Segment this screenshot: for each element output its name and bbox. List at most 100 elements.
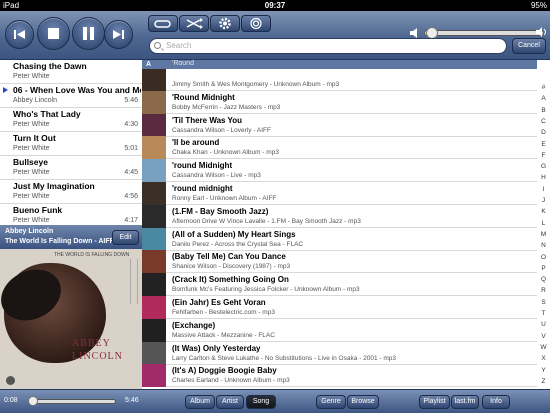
index-letter[interactable]: D xyxy=(537,129,550,136)
alphabet-index[interactable]: # A B C D E F G H I J K L M N O P Q R S T U V W X Y Z xyxy=(537,60,550,389)
song-row[interactable]: (Exchange) Massive Attack - Mezzanine - F… xyxy=(142,318,537,342)
volume-slider[interactable] xyxy=(424,27,544,39)
airplay-button[interactable] xyxy=(241,15,271,32)
index-letter[interactable]: X xyxy=(537,355,550,362)
index-letter[interactable]: J xyxy=(537,197,550,204)
song-row[interactable]: (It's A) Doggie Boogie Baby Charles Earla… xyxy=(142,364,537,388)
shuffle-button[interactable] xyxy=(179,15,209,32)
index-letter[interactable]: A xyxy=(537,95,550,102)
index-letter[interactable]: R xyxy=(537,287,550,294)
index-letter[interactable]: Y xyxy=(537,367,550,374)
index-letter[interactable]: Z xyxy=(537,378,550,385)
index-letter[interactable]: N xyxy=(537,242,550,249)
queue-item-artist: Peter White xyxy=(13,73,50,80)
playlist-button[interactable]: Playlist xyxy=(419,395,450,409)
album-stripe xyxy=(130,259,138,304)
stop-button[interactable] xyxy=(37,17,70,50)
index-letter[interactable]: S xyxy=(537,299,550,306)
progress-slider[interactable] xyxy=(27,396,116,406)
index-letter[interactable]: P xyxy=(537,265,550,272)
next-button[interactable] xyxy=(104,20,133,49)
tab-album[interactable]: Album xyxy=(185,395,215,409)
song-subtitle: Afternoon Drive W Vince Lavalle - 1.FM -… xyxy=(172,217,361,225)
album-thumbnail xyxy=(142,296,166,319)
song-row[interactable]: 'Til There Was You Cassandra Wilson - Lov… xyxy=(142,113,537,137)
cancel-button[interactable]: Cancel xyxy=(512,38,546,54)
settings-button[interactable] xyxy=(210,15,240,32)
pause-icon xyxy=(83,27,94,40)
search-input[interactable]: Search xyxy=(149,38,507,54)
index-letter[interactable]: M xyxy=(537,231,550,238)
queue-item[interactable]: Chasing the Dawn Peter White xyxy=(0,60,142,84)
queue-item-title: Turn It Out xyxy=(13,133,56,143)
song-row[interactable]: 'Il be around Chaka Khan - Unknown Album … xyxy=(142,136,537,160)
index-letter[interactable]: T xyxy=(537,310,550,317)
song-row[interactable]: (Crack It) Something Going On Bomfunk Mc'… xyxy=(142,273,537,297)
song-subtitle: Jimmy Smith & Wes Montgomery - Unknown A… xyxy=(172,81,340,88)
tab-song[interactable]: Song xyxy=(246,395,276,409)
index-letter[interactable]: V xyxy=(537,333,550,340)
album-thumbnail xyxy=(142,364,166,388)
index-letter[interactable]: W xyxy=(537,344,550,351)
tab-artist[interactable]: Artist xyxy=(216,395,244,409)
album-thumbnail xyxy=(142,159,166,183)
album-art[interactable]: THE WORLD IS FALLING DOWN ABBEY LINCOLN xyxy=(0,249,142,389)
progress-knob[interactable] xyxy=(27,396,38,406)
queue-item[interactable]: Bueno Funk Peter White 4:17 xyxy=(0,204,142,225)
lastfm-button[interactable]: last.fm xyxy=(451,395,479,409)
index-letter[interactable]: K xyxy=(537,208,550,215)
song-title: (Exchange) xyxy=(172,320,216,330)
shuffle-icon xyxy=(186,18,203,29)
now-playing-icon xyxy=(3,87,8,93)
info-button[interactable]: Info xyxy=(482,395,510,409)
queue-item-title: Bullseye xyxy=(13,157,48,167)
index-letter[interactable]: # xyxy=(537,84,550,91)
edit-button[interactable]: Edit xyxy=(112,230,139,245)
album-thumbnail xyxy=(142,69,166,91)
queue-item[interactable]: Just My Imagination Peter White 4:56 xyxy=(0,180,142,204)
song-title: (It's A) Doggie Boogie Baby xyxy=(172,366,277,376)
index-letter[interactable]: E xyxy=(537,141,550,148)
previous-button[interactable] xyxy=(5,20,34,49)
song-row[interactable]: (Baby Tell Me) Can You Dance Shanice Wils… xyxy=(142,250,537,274)
song-title: 'round midnight xyxy=(172,184,233,193)
song-row[interactable]: 'round Midnight Cassandra Wilson - Live -… xyxy=(142,159,537,183)
song-subtitle: Charles Earland - Unknown Album - mp3 xyxy=(172,377,290,385)
clock: 09:37 xyxy=(264,1,286,10)
index-letter[interactable]: L xyxy=(537,220,550,227)
search-icon xyxy=(154,42,161,49)
index-letter[interactable]: H xyxy=(537,174,550,181)
tab-browse[interactable]: Browse xyxy=(347,395,379,409)
index-letter[interactable]: C xyxy=(537,118,550,125)
song-subtitle: Larry Carlton & Steve Lukathe - No Subst… xyxy=(172,354,396,362)
index-letter[interactable]: O xyxy=(537,254,550,261)
song-row[interactable]: Jimmy Smith & Wes Montgomery - Unknown A… xyxy=(142,69,537,91)
pause-button[interactable] xyxy=(72,17,105,50)
album-artist-name: ABBEY LINCOLN xyxy=(72,337,123,363)
index-letter[interactable]: Q xyxy=(537,276,550,283)
index-letter[interactable]: I xyxy=(537,186,550,193)
song-row[interactable]: (Ein Jahr) Es Geht Voran Fehlfarben - Bes… xyxy=(142,296,537,319)
song-row[interactable]: (1.FM - Bay Smooth Jazz) Afternoon Drive … xyxy=(142,204,537,228)
label-logo-icon xyxy=(6,376,15,385)
tab-genre[interactable]: Genre xyxy=(316,395,346,409)
song-row[interactable]: (All of a Sudden) My Heart Sings Danilo P… xyxy=(142,227,537,251)
queue-item[interactable]: 06 - When Love Was You and Me Abbey Linco… xyxy=(0,84,142,108)
index-letter[interactable]: U xyxy=(537,321,550,328)
queue-item[interactable]: Who's That Lady Peter White 4:30 xyxy=(0,108,142,132)
previous-icon xyxy=(14,30,25,39)
song-row[interactable]: 'Round Midnight Bobby McFerrin - Jazz Mas… xyxy=(142,90,537,114)
album-thumbnail xyxy=(142,273,166,297)
index-letter[interactable]: B xyxy=(537,107,550,114)
song-subtitle: Chaka Khan - Unknown Album - mp3 xyxy=(172,149,279,157)
queue-item[interactable]: Turn It Out Peter White 5:01 xyxy=(0,132,142,156)
queue-item[interactable]: Bullseye Peter White 4:45 xyxy=(0,156,142,180)
song-row[interactable]: (It Was) Only Yesterday Larry Carlton & S… xyxy=(142,341,537,365)
song-title: 'Round Midnight xyxy=(172,92,235,102)
song-subtitle: Bobby McFerrin - Jazz Masters - mp3 xyxy=(172,103,281,111)
index-letter[interactable]: G xyxy=(537,163,550,170)
index-letter[interactable]: F xyxy=(537,152,550,159)
repeat-button[interactable] xyxy=(148,15,178,32)
queue-item-duration: 5:01 xyxy=(124,145,138,152)
song-row[interactable]: 'round midnight Ronny Earl - Unknown Albu… xyxy=(142,182,537,205)
